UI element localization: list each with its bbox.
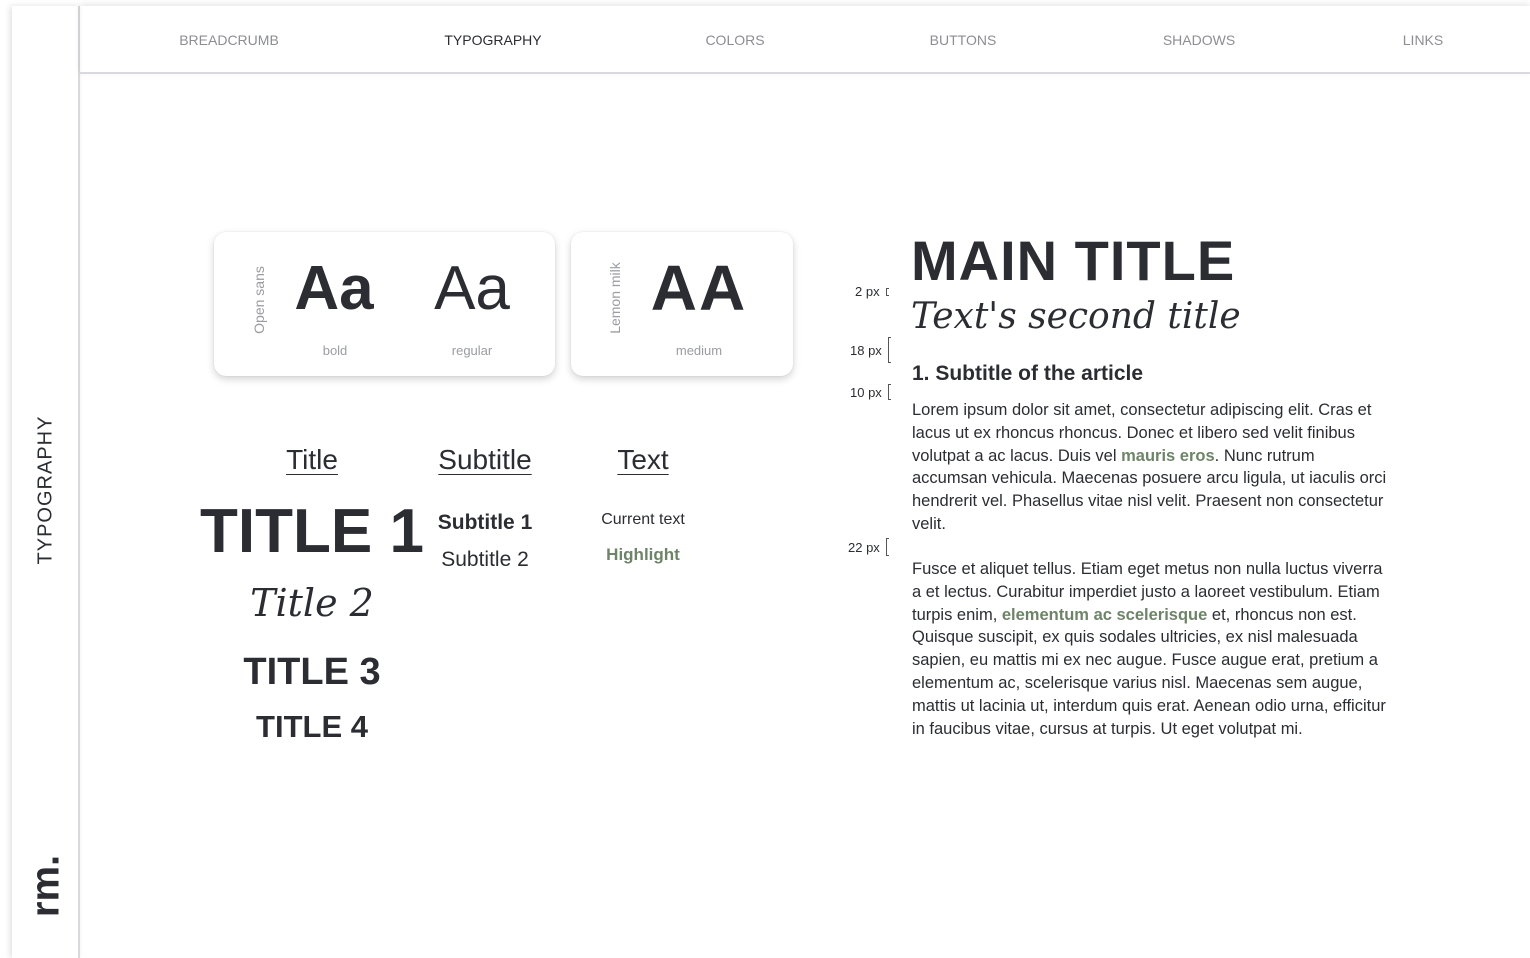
paragraph-text: et, rhoncus non est. Quisque suscipit, e… bbox=[912, 605, 1386, 738]
font-weight-label: medium bbox=[675, 343, 723, 358]
spacing-bracket-icon bbox=[887, 337, 891, 363]
font-weight-label: regular bbox=[451, 343, 493, 358]
highlight-text-sample: Highlight bbox=[606, 545, 680, 564]
title-1-sample: TITLE 1 bbox=[200, 497, 424, 566]
font-weight-label: bold bbox=[322, 343, 348, 358]
font-name-label: Open sans bbox=[251, 266, 267, 334]
spacing-annotation: 10 px bbox=[850, 384, 891, 400]
highlight-text: elementum ac scelerisque bbox=[1001, 605, 1208, 624]
spacing-annotation: 2 px bbox=[855, 284, 889, 299]
nav-item-links[interactable]: LINKS bbox=[1403, 32, 1443, 48]
title-2-sample: Title 2 bbox=[250, 581, 374, 625]
nav-item-colors[interactable]: COLORS bbox=[705, 32, 764, 48]
article-main-title: MAIN TITLE bbox=[911, 229, 1236, 292]
subtitle-1-sample: Subtitle 1 bbox=[437, 511, 533, 534]
spacing-bracket-icon bbox=[885, 287, 889, 296]
nav-item-breadcrumb[interactable]: BREADCRUMB bbox=[179, 32, 279, 48]
current-text-sample: Current text bbox=[601, 511, 685, 528]
highlight-text: mauris eros bbox=[1121, 446, 1215, 465]
article-subtitle: 1. Subtitle of the article bbox=[912, 362, 1144, 385]
spacing-value: 10 px bbox=[850, 384, 882, 400]
spacing-bracket-icon bbox=[885, 538, 889, 556]
title-3-sample: TITLE 3 bbox=[243, 651, 381, 693]
rail-section-label: TYPOGRAPHY bbox=[34, 415, 57, 565]
article-paragraph-1: Lorem ipsum dolor sit amet, consectetur … bbox=[912, 399, 1390, 536]
title-4-sample: TITLE 4 bbox=[256, 709, 368, 744]
font-card-open-sans: Open sans Aa bold Aa regular bbox=[214, 232, 555, 376]
brand-logo[interactable]: rm. bbox=[24, 855, 69, 917]
spacing-bracket-icon bbox=[887, 384, 891, 400]
font-sample-bold: Aa bbox=[294, 254, 374, 323]
column-header-title: Title bbox=[286, 444, 338, 475]
article-second-title: Text's second title bbox=[911, 296, 1241, 337]
column-header-subtitle: Subtitle bbox=[438, 444, 532, 475]
spacing-value: 2 px bbox=[855, 284, 880, 299]
spacing-annotation: 18 px bbox=[850, 337, 891, 363]
subtitle-2-sample: Subtitle 2 bbox=[441, 548, 529, 571]
font-sample-regular: Aa bbox=[434, 254, 510, 323]
nav-item-buttons[interactable]: BUTTONS bbox=[930, 32, 997, 48]
top-navigation: BREADCRUMB TYPOGRAPHY COLORS BUTTONS SHA… bbox=[80, 6, 1530, 74]
nav-item-typography[interactable]: TYPOGRAPHY bbox=[444, 32, 541, 48]
column-header-text: Text bbox=[617, 444, 669, 475]
spacing-value: 18 px bbox=[850, 342, 882, 358]
article-paragraph-2: Fusce et aliquet tellus. Etiam eget metu… bbox=[912, 558, 1390, 740]
font-card-lemon-milk: Lemon milk AA medium bbox=[571, 232, 793, 376]
spacing-value: 22 px bbox=[848, 539, 880, 555]
nav-item-shadows[interactable]: SHADOWS bbox=[1163, 32, 1235, 48]
spacing-annotation: 22 px bbox=[848, 538, 889, 556]
font-sample-medium: AA bbox=[650, 252, 748, 324]
font-name-label: Lemon milk bbox=[607, 262, 623, 334]
